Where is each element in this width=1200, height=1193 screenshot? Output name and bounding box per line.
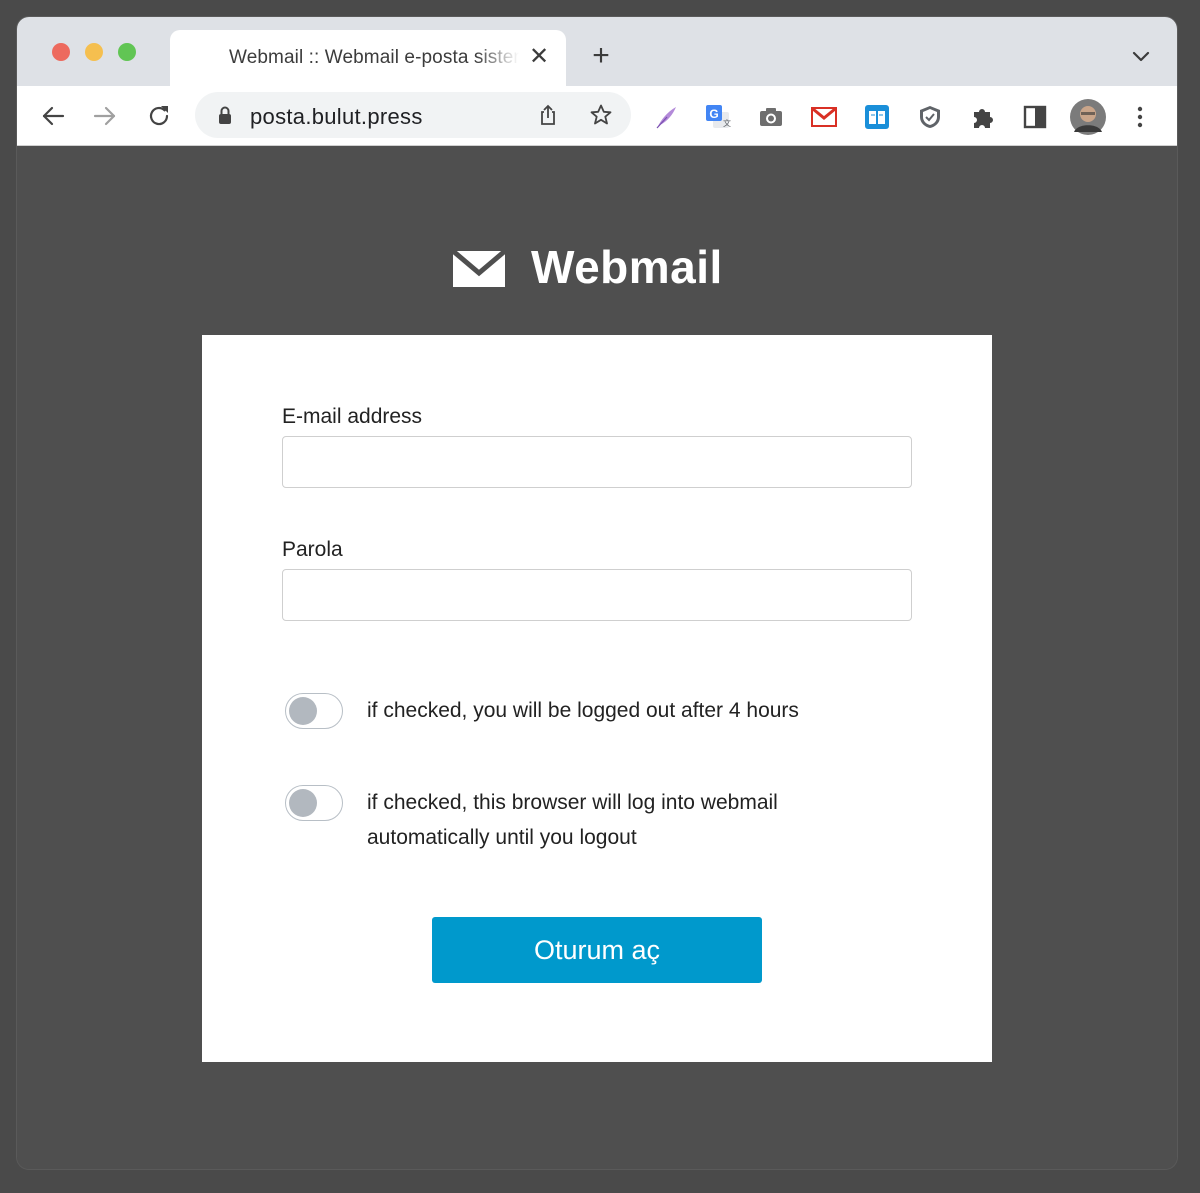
- profile-avatar[interactable]: [1069, 98, 1107, 136]
- svg-text:G: G: [709, 107, 718, 121]
- forward-icon[interactable]: [89, 100, 121, 132]
- tab-strip: Webmail :: Webmail e-posta sistemi ✕ +: [17, 17, 1177, 86]
- new-tab-button[interactable]: +: [587, 41, 615, 71]
- auto-login-toggle[interactable]: [285, 785, 343, 821]
- logout-after-4h-toggle[interactable]: [285, 693, 343, 729]
- menu-dots-icon[interactable]: [1127, 104, 1153, 130]
- close-window-button[interactable]: [52, 43, 70, 61]
- back-icon[interactable]: [37, 100, 69, 132]
- reader-icon[interactable]: [864, 104, 890, 130]
- quill-extension-icon[interactable]: [653, 104, 679, 130]
- browser-window: Webmail :: Webmail e-posta sistemi ✕ + p…: [17, 17, 1177, 1169]
- reload-icon[interactable]: [143, 100, 175, 132]
- tab-title: Webmail :: Webmail e-posta sistemi: [229, 47, 519, 68]
- url-text[interactable]: posta.bulut.press: [250, 104, 423, 130]
- csp-shield-icon[interactable]: [917, 104, 943, 130]
- gmail-icon[interactable]: [811, 104, 837, 130]
- minimize-window-button[interactable]: [85, 43, 103, 61]
- page-content: Webmail E-mail address Parola if checked…: [17, 147, 1177, 1169]
- tab-close-icon[interactable]: ✕: [526, 44, 552, 70]
- chevron-down-icon[interactable]: [1127, 47, 1155, 67]
- browser-tab-active[interactable]: Webmail :: Webmail e-posta sistemi ✕: [170, 30, 566, 86]
- browser-toolbar: posta.bulut.press G 文: [17, 86, 1177, 146]
- auto-login-toggle-label: if checked, this browser will log into w…: [367, 791, 778, 849]
- brand-name: Webmail: [531, 241, 723, 293]
- password-label: Parola: [282, 538, 343, 561]
- svg-text:文: 文: [723, 118, 731, 128]
- google-translate-icon[interactable]: G 文: [705, 104, 731, 130]
- toggle-knob: [289, 697, 317, 725]
- toggle-knob: [289, 789, 317, 817]
- address-bar[interactable]: posta.bulut.press: [195, 92, 631, 138]
- bookmark-star-icon[interactable]: [589, 103, 613, 127]
- email-label: E-mail address: [282, 405, 423, 428]
- login-card: E-mail address Parola if checked, you wi…: [202, 335, 992, 1062]
- side-panel-icon[interactable]: [1022, 104, 1048, 130]
- email-field[interactable]: [282, 436, 912, 488]
- logout-toggle-label: if checked, you will be logged out after…: [367, 699, 799, 722]
- share-icon[interactable]: [536, 103, 560, 127]
- lock-icon[interactable]: [213, 103, 237, 127]
- envelope-icon: [453, 251, 505, 287]
- extensions-puzzle-icon[interactable]: [970, 104, 996, 130]
- login-button[interactable]: Oturum aç: [432, 917, 762, 983]
- camera-icon[interactable]: [758, 104, 784, 130]
- maximize-window-button[interactable]: [118, 43, 136, 61]
- password-field[interactable]: [282, 569, 912, 621]
